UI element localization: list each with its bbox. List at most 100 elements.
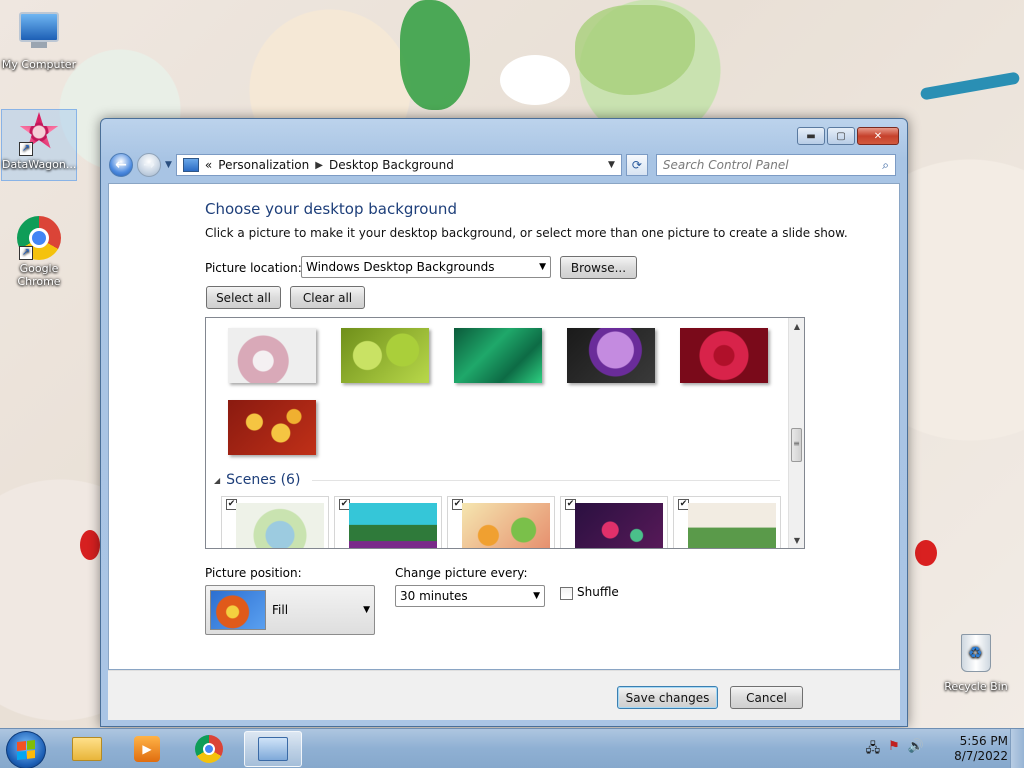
volume-icon[interactable]: 🔊 xyxy=(908,739,924,761)
picture-position-label: Picture position: xyxy=(205,566,302,580)
recent-pages-dropdown[interactable]: ▼ xyxy=(165,160,172,170)
save-changes-button[interactable]: Save changes xyxy=(617,686,718,709)
taskbar-chrome[interactable] xyxy=(180,731,238,767)
breadcrumb-desktop-background[interactable]: Desktop Background xyxy=(329,158,454,172)
picture-gallery: ◢ Scenes (6) ✔ ✔ ✔ ✔ ✔ ▲ ≡ ▼ xyxy=(205,317,805,549)
minimize-button[interactable]: ▬ xyxy=(797,127,825,145)
control-panel-icon xyxy=(258,737,288,761)
system-tray: 🖧 ⚑ 🔊 xyxy=(866,739,924,761)
wallpaper-thumbnail[interactable] xyxy=(680,328,768,383)
back-button[interactable]: ← xyxy=(109,153,133,177)
window-controls: ▬ ▢ ✕ xyxy=(797,127,899,145)
cancel-button[interactable]: Cancel xyxy=(730,686,803,709)
page-title: Choose your desktop background xyxy=(205,200,457,218)
scrollbar-thumb[interactable]: ≡ xyxy=(791,428,802,462)
wallpaper-thumbnail[interactable] xyxy=(454,328,542,383)
wallpaper-thumbnail[interactable] xyxy=(567,328,655,383)
picture-position-value: Fill xyxy=(272,603,289,617)
wallpaper-thumbnail[interactable] xyxy=(228,328,316,383)
picture-position-select[interactable]: Fill ▼ xyxy=(205,585,375,635)
datawagon-icon: ↗ xyxy=(17,112,61,156)
position-preview-icon xyxy=(210,590,266,630)
maximize-button[interactable]: ▢ xyxy=(827,127,855,145)
search-box[interactable]: ⌕ xyxy=(655,154,896,176)
shuffle-label[interactable]: Shuffle xyxy=(577,585,619,599)
shortcut-arrow-icon: ↗ xyxy=(19,246,33,260)
breadcrumb-personalization[interactable]: Personalization xyxy=(218,158,309,172)
scene-thumbnail[interactable]: ✔ xyxy=(221,496,329,548)
address-dropdown-icon[interactable]: ▼ xyxy=(608,160,615,170)
show-desktop-button[interactable] xyxy=(1010,729,1024,768)
select-all-button[interactable]: Select all xyxy=(206,286,281,309)
desktop-icon-datawagon[interactable]: ↗ DataWagon... xyxy=(1,109,77,181)
change-picture-select[interactable]: 30 minutes ▼ xyxy=(395,585,545,607)
collapse-triangle-icon[interactable]: ◢ xyxy=(214,476,220,485)
chevron-down-icon: ▼ xyxy=(533,591,540,601)
picture-location-select[interactable]: Windows Desktop Backgrounds ▼ xyxy=(301,256,551,278)
scroll-up-arrow-icon[interactable]: ▲ xyxy=(789,318,804,334)
taskbar-control-panel[interactable] xyxy=(244,731,302,767)
wallpaper-bird xyxy=(915,540,937,566)
start-button[interactable] xyxy=(6,731,46,768)
shortcut-arrow-icon: ↗ xyxy=(19,142,33,156)
address-row: ← → ▼ « Personalization ▶ Desktop Backgr… xyxy=(109,152,899,178)
forward-button[interactable]: → xyxy=(137,153,161,177)
breadcrumb-prefix[interactable]: « xyxy=(205,158,212,172)
recycle-bin-icon xyxy=(954,634,998,678)
action-center-icon[interactable]: ⚑ xyxy=(888,739,900,761)
breadcrumb-separator[interactable]: ▶ xyxy=(315,160,323,171)
wallpaper-cloud xyxy=(500,55,570,105)
chevron-down-icon: ▼ xyxy=(539,262,546,272)
clock-time: 5:56 PM xyxy=(959,734,1008,748)
scene-thumbnail[interactable]: ✔ xyxy=(560,496,668,548)
scroll-down-arrow-icon[interactable]: ▼ xyxy=(789,532,804,548)
change-picture-label: Change picture every: xyxy=(395,566,528,580)
clock[interactable]: 5:56 PM 8/7/2022 xyxy=(938,734,1008,764)
picture-location-label: Picture location: xyxy=(205,261,302,275)
taskbar: ▶ 🖧 ⚑ 🔊 5:56 PM 8/7/2022 xyxy=(0,728,1024,768)
search-icon[interactable]: ⌕ xyxy=(882,158,889,173)
chrome-icon xyxy=(195,735,223,763)
search-input[interactable] xyxy=(662,158,883,172)
desktop-icon-label: Recycle Bin xyxy=(944,680,1008,693)
browse-button[interactable]: Browse... xyxy=(560,256,637,279)
computer-icon xyxy=(17,12,61,56)
taskbar-media-player[interactable]: ▶ xyxy=(118,731,176,767)
desktop-background-window: ▬ ▢ ✕ ← → ▼ « Personalization ▶ Desktop … xyxy=(100,118,908,727)
network-icon[interactable]: 🖧 xyxy=(866,739,881,761)
desktop-icon-label: My Computer xyxy=(1,58,77,71)
refresh-button[interactable]: ⟳ xyxy=(625,154,648,176)
scenes-group-header[interactable]: ◢ Scenes (6) xyxy=(214,472,780,488)
control-panel-icon xyxy=(182,158,199,172)
picture-location-value: Windows Desktop Backgrounds xyxy=(306,260,495,274)
taskbar-explorer[interactable] xyxy=(58,731,116,767)
wallpaper-foliage xyxy=(575,5,695,95)
windows-logo-icon xyxy=(17,740,35,760)
media-player-icon: ▶ xyxy=(134,736,160,762)
desktop-icon-my-computer[interactable]: My Computer xyxy=(1,8,77,71)
wallpaper-thumbnail[interactable] xyxy=(228,400,316,455)
desktop-icon-label: DataWagon... xyxy=(2,158,77,171)
wallpaper-thumbnail[interactable] xyxy=(341,328,429,383)
shuffle-checkbox[interactable] xyxy=(560,587,573,600)
desktop-icon-recycle-bin[interactable]: Recycle Bin xyxy=(938,630,1014,693)
close-button[interactable]: ✕ xyxy=(857,127,899,145)
chevron-down-icon: ▼ xyxy=(363,605,370,615)
wallpaper-leaf xyxy=(400,0,470,110)
clear-all-button[interactable]: Clear all xyxy=(290,286,365,309)
scene-thumbnail[interactable]: ✔ xyxy=(673,496,781,548)
dialog-footer: Save changes Cancel xyxy=(108,670,900,720)
wallpaper-swirl xyxy=(919,71,1021,101)
scenes-group-label: Scenes (6) xyxy=(226,472,301,488)
address-bar[interactable]: « Personalization ▶ Desktop Background ▼ xyxy=(175,154,622,176)
desktop-icon-label: Google Chrome xyxy=(17,262,61,288)
desktop-icon-google-chrome[interactable]: ↗ Google Chrome xyxy=(1,216,77,288)
scene-thumbnail[interactable]: ✔ xyxy=(334,496,442,548)
chrome-icon: ↗ xyxy=(17,216,61,260)
content-pane: Choose your desktop background Click a p… xyxy=(108,183,900,670)
scene-thumbnail[interactable]: ✔ xyxy=(447,496,555,548)
wallpaper-bird xyxy=(80,530,100,560)
folder-icon xyxy=(72,737,102,761)
gallery-scrollbar[interactable]: ▲ ≡ ▼ xyxy=(788,318,804,548)
change-picture-value: 30 minutes xyxy=(400,589,468,603)
